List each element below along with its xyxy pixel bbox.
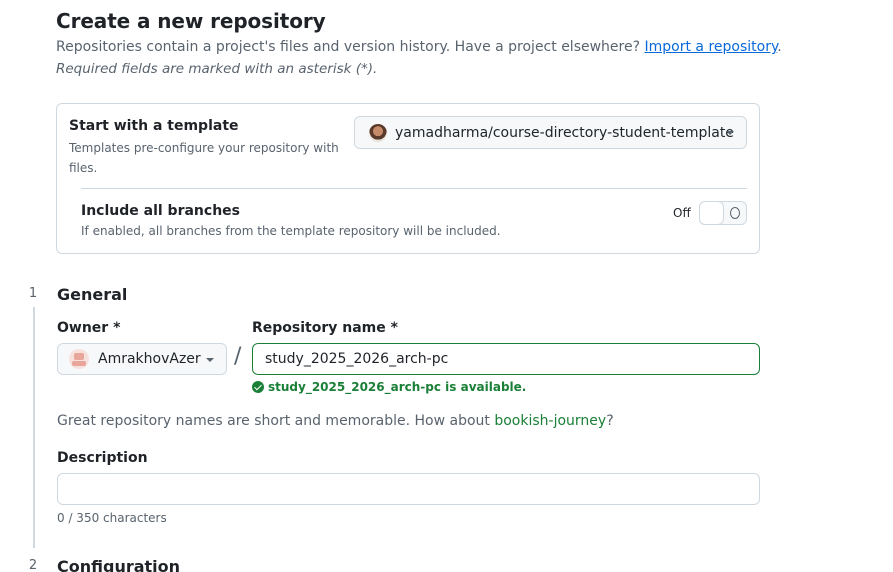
- description-label: Description: [57, 450, 148, 466]
- template-select-button[interactable]: yamadharma/course-directory-student-temp…: [354, 116, 747, 149]
- owner-select-button[interactable]: AmrakhovAzer: [57, 343, 227, 375]
- owner-name: AmrakhovAzer: [98, 351, 201, 367]
- suggested-name-link[interactable]: bookish-journey: [494, 413, 606, 429]
- subtitle-text: Repositories contain a project's files a…: [56, 39, 641, 55]
- step-number-general: 1: [20, 281, 46, 307]
- include-branches-description: If enabled, all branches from the templa…: [81, 224, 501, 238]
- section-title-general: General: [57, 285, 128, 304]
- template-select-label: yamadharma/course-directory-student-temp…: [395, 124, 734, 141]
- subtitle-end: .: [777, 39, 782, 55]
- required-fields-note: Required fields are marked with an aster…: [56, 61, 378, 77]
- repository-name-input[interactable]: [252, 343, 760, 375]
- repository-name-label: Repository name *: [252, 320, 398, 336]
- include-branches-toggle[interactable]: [699, 201, 747, 225]
- chevron-down-icon: [206, 358, 214, 362]
- suggestion-end: ?: [606, 413, 614, 429]
- availability-status: study_2025_2026_arch-pc is available.: [252, 380, 526, 394]
- step-number-configuration: 2: [20, 553, 46, 572]
- step-timeline-line: [33, 306, 35, 548]
- include-branches-title: Include all branches: [81, 203, 240, 219]
- description-input[interactable]: [57, 473, 760, 505]
- owner-repo-separator: /: [234, 344, 242, 369]
- check-circle-icon: [252, 381, 264, 393]
- toggle-state-label: Off: [673, 206, 691, 220]
- availability-text: study_2025_2026_arch-pc is available.: [268, 380, 527, 394]
- name-suggestion: Great repository names are short and mem…: [57, 413, 614, 429]
- import-repository-link[interactable]: Import a repository: [645, 39, 778, 55]
- divider: [81, 188, 747, 189]
- owner-avatar: [69, 349, 89, 369]
- chevron-down-icon: [726, 131, 734, 135]
- suggestion-text: Great repository names are short and mem…: [57, 413, 490, 429]
- toggle-knob: [699, 201, 724, 225]
- section-title-configuration: Configuration: [57, 557, 181, 572]
- owner-label: Owner *: [57, 320, 121, 336]
- page-title: Create a new repository: [56, 9, 326, 33]
- toggle-off-icon: [730, 207, 740, 219]
- template-panel: Start with a template Templates pre-conf…: [56, 103, 760, 254]
- template-title: Start with a template: [69, 118, 239, 134]
- template-description: Templates pre-configure your repository …: [69, 141, 339, 175]
- page-subtitle: Repositories contain a project's files a…: [56, 39, 782, 55]
- description-char-count: 0 / 350 characters: [57, 511, 167, 525]
- template-owner-avatar: [369, 123, 387, 142]
